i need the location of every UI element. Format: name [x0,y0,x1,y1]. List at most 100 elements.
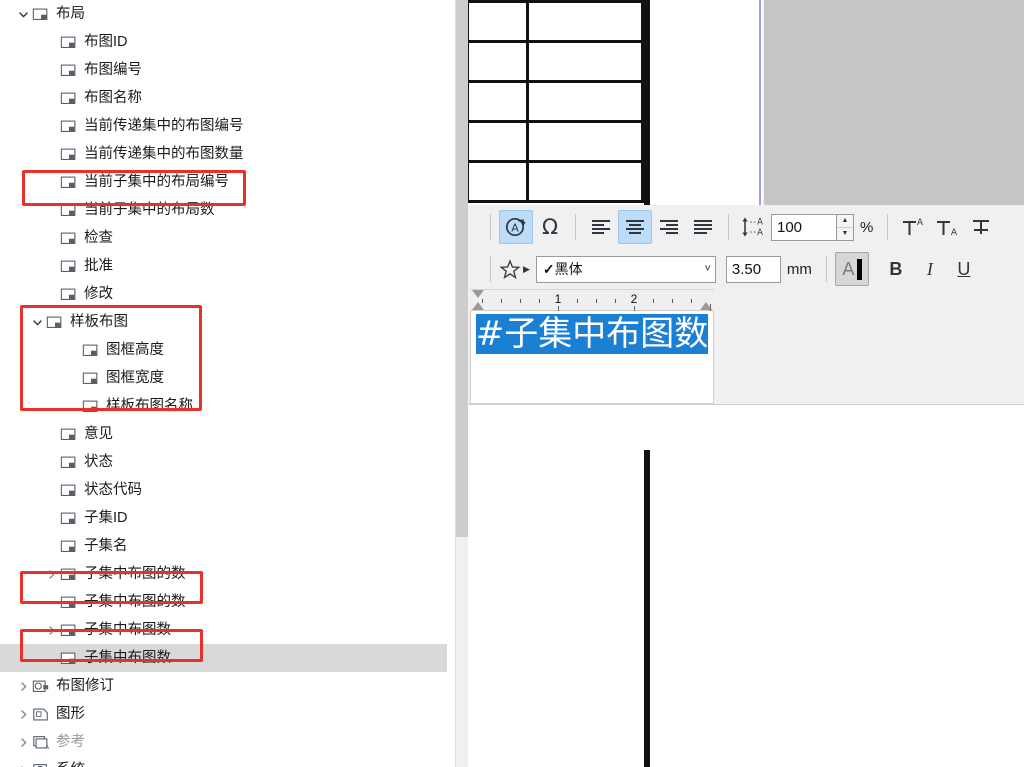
chevron-right-icon[interactable] [42,616,60,644]
chevron-right-icon[interactable] [42,560,60,588]
selected-text[interactable]: #子集中布图数 [475,314,709,354]
chevron-right-icon[interactable] [14,756,32,767]
text-ruler[interactable]: 12 [470,289,714,312]
text-color-button[interactable]: A [834,252,869,286]
layout-node-icon [60,652,76,664]
layout-node-icon [60,624,76,636]
symbol-button[interactable]: Ω [533,210,567,244]
property-tree-panel[interactable]: 布局 布图ID 布图编号 布图名称当前传递集中的布图编号当前传递集中的布图数量 当前子集… [0,0,447,767]
tree-item-1[interactable]: 布图ID [0,28,447,56]
title-block-table [468,0,644,203]
tree-item-14[interactable]: 样板布图名称 [0,392,447,420]
title-block-cell [529,83,641,120]
align-justify-button[interactable] [686,210,720,244]
text-cursor-icon [856,258,862,280]
italic-button[interactable]: I [913,252,947,286]
chevron-right-icon[interactable] [14,672,32,700]
line-spacing-input[interactable]: 100 [771,213,837,241]
align-right-button[interactable] [652,210,686,244]
tree-item-11[interactable]: 样板布图 [0,308,447,336]
subscript-button[interactable]: A [930,210,964,244]
chevron-right-icon[interactable] [14,728,32,756]
auto-field-button[interactable]: A [499,210,533,244]
favorite-fonts-button[interactable]: ▶ [499,258,530,280]
tree-item-18[interactable]: 子集ID [0,504,447,532]
revision-node-icon [32,680,49,692]
align-center-button[interactable] [618,210,652,244]
tree-item-23[interactable]: 子集中布图数 [0,644,447,672]
tree-item-5[interactable]: 当前传递集中的布图数量 [0,140,447,168]
star-dropdown-icon[interactable]: ▶ [523,264,530,275]
tree-item-13[interactable]: 图框宽度 [0,364,447,392]
bold-button[interactable]: B [879,252,913,286]
chevron-down-icon[interactable] [14,0,32,28]
tree-indent-spacer [42,588,60,616]
ruler-tick [710,304,711,311]
spinner-down-icon[interactable]: ▼ [837,228,853,240]
tree-item-19[interactable]: 子集名 [0,532,447,560]
text-toolbar-row-2: ▶ ✓黑体 ˅ 3.50 mm A B I U [468,249,1024,289]
tree-item-6[interactable]: 当前子集中的布局编号 [0,168,447,196]
spinner-up-icon[interactable]: ▲ [837,215,853,228]
layout-node-icon [60,512,76,524]
tree-item-4[interactable]: 当前传递集中的布图编号 [0,112,447,140]
tree-item-20[interactable]: 子集中布图的数 [0,560,447,588]
layout-node-icon [60,92,76,104]
strikethrough-button[interactable] [964,210,998,244]
tree-item-25[interactable]: 图形 [0,700,447,728]
tree-item-12[interactable]: 图框高度 [0,336,447,364]
layout-node-icon [82,400,98,412]
tree-item-9[interactable]: 批准 [0,252,447,280]
underline-button[interactable]: U [947,252,981,286]
chevron-down-icon[interactable] [28,308,46,336]
tree-item-16[interactable]: 状态 [0,448,447,476]
chevron-down-icon[interactable]: ˅ [704,263,710,275]
tree-indent-spacer [42,476,60,504]
tree-item-15[interactable]: 意见 [0,420,447,448]
layout-node-icon [60,568,76,580]
tree-item-27[interactable]: 系统 [0,756,447,767]
chevron-right-icon[interactable] [14,700,32,728]
layout-node-icon [46,316,62,328]
tree-item-26[interactable]: A 参考 [0,728,447,756]
title-block-cell [469,83,529,120]
layout-node-icon [60,232,76,244]
tree-item-2[interactable]: 布图编号 [0,56,447,84]
tree-item-label: 图框宽度 [106,369,164,386]
text-edit-area[interactable]: #子集中布图数 [470,311,714,404]
text-editor-popup[interactable]: A Ω A A 100 ▲ ▼ % A A ▶ ✓黑体 ˅ 3.50 mm A … [468,205,1024,405]
ruler-tick [520,299,521,303]
tree-item-10[interactable]: 修改 [0,280,447,308]
title-block-cell [469,3,529,40]
tree-item-0[interactable]: 布局 [0,0,447,28]
tree-item-label: 参考 [56,733,85,750]
font-size-input[interactable]: 3.50 [725,255,781,283]
tree-item-3[interactable]: 布图名称 [0,84,447,112]
tree-item-17[interactable]: 状态代码 [0,476,447,504]
tree-item-7[interactable]: 当前子集中的布局数 [0,196,447,224]
layout-node-icon [60,288,76,300]
tree-item-label: 子集中布图数 [84,621,171,638]
tree-item-label: 当前传递集中的布图编号 [84,117,244,134]
tree-item-22[interactable]: 子集中布图数 [0,616,447,644]
svg-text:A: A [511,222,519,235]
superscript-button[interactable]: A [896,210,930,244]
align-left-button[interactable] [584,210,618,244]
line-spacing-spinner[interactable]: ▲ ▼ [837,213,854,241]
ruler-tick [539,299,540,303]
line-spacing-stepper[interactable]: 100 ▲ ▼ [771,213,854,241]
tree-item-24[interactable]: 布图修订 [0,672,447,700]
toolbar-separator [490,256,491,282]
tree-item-21[interactable]: 子集中布图的数 [0,588,447,616]
left-indent-marker[interactable] [472,302,484,310]
line-spacing-button[interactable]: A A [737,210,771,244]
layout-node-icon [60,484,76,496]
tree-vertical-scrollbar[interactable] [455,0,469,767]
superscript-icon: A [903,218,924,235]
font-family-select[interactable]: ✓黑体 ˅ [535,255,716,283]
tree-item-label: 批准 [84,257,113,274]
svg-text:A: A [46,744,50,749]
tree-item-8[interactable]: 检查 [0,224,447,252]
first-line-indent-marker[interactable] [472,290,484,298]
text-edit-content[interactable]: #子集中布图数 [471,311,713,354]
